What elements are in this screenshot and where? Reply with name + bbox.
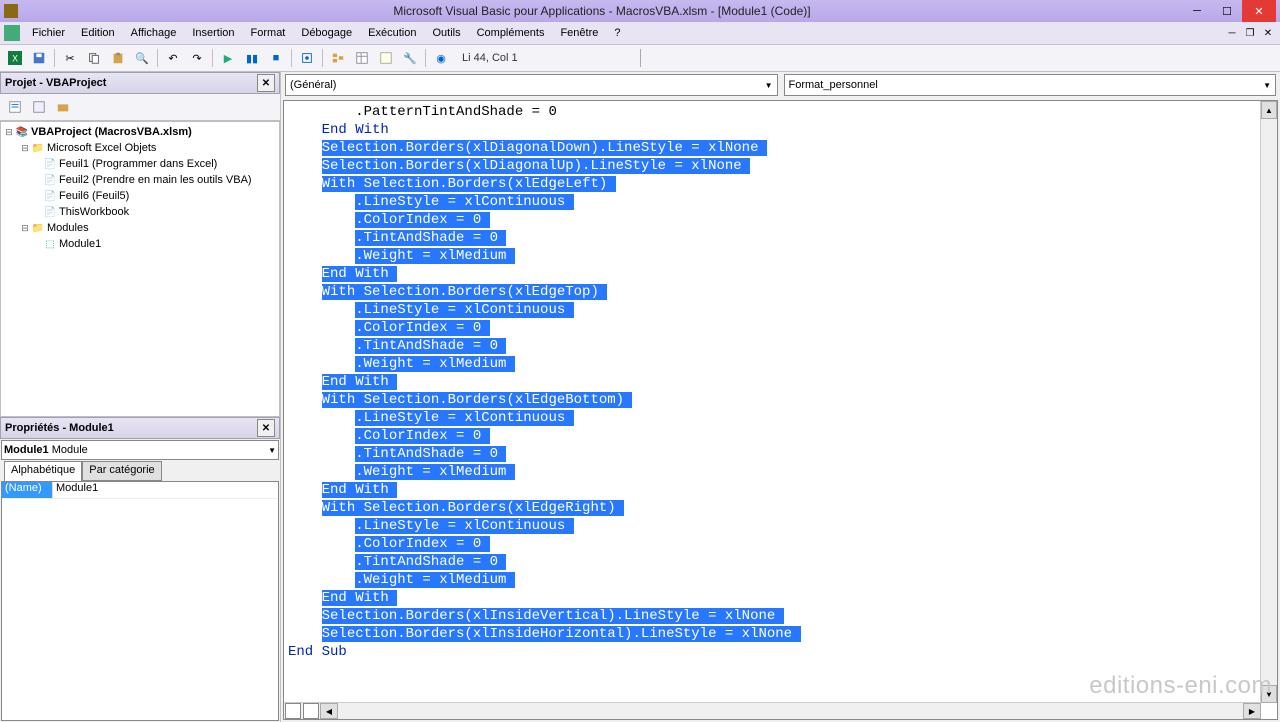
window-title: Microsoft Visual Basic pour Applications… xyxy=(22,4,1182,18)
object-combo[interactable]: (Général)▼ xyxy=(285,74,778,96)
properties-grid[interactable]: (Name) Module1 xyxy=(1,481,279,721)
properties-object-combo[interactable]: Module1 Module▼ xyxy=(1,440,279,460)
tree-module1[interactable]: ⬚Module1 xyxy=(3,236,277,252)
tab-par-categorie[interactable]: Par catégorie xyxy=(82,461,161,481)
paste-icon[interactable] xyxy=(107,47,129,69)
tree-sheet-1[interactable]: 📄Feuil1 (Programmer dans Excel) xyxy=(3,156,277,172)
procedure-view-icon[interactable] xyxy=(285,703,301,719)
full-module-view-icon[interactable] xyxy=(303,703,319,719)
menu-format[interactable]: Format xyxy=(243,25,294,41)
tab-alphabetique[interactable]: Alphabétique xyxy=(4,461,82,481)
redo-icon[interactable]: ↷ xyxy=(186,47,208,69)
cursor-position: Li 44, Col 1 xyxy=(462,52,518,64)
project-explorer-icon[interactable] xyxy=(327,47,349,69)
tree-sheet-3[interactable]: 📄Feuil6 (Feuil5) xyxy=(3,188,277,204)
procedure-combo[interactable]: Format_personnel▼ xyxy=(784,74,1277,96)
menu-debogage[interactable]: Débogage xyxy=(293,25,360,41)
menu-help[interactable]: ? xyxy=(606,25,628,41)
toolbar: X ✂ 🔍 ↶ ↷ ▶ ▮▮ ■ 🔧 ◉ Li 44, Col 1 xyxy=(0,45,1280,72)
mdi-minimize-button[interactable]: ─ xyxy=(1224,26,1240,40)
menu-outils[interactable]: Outils xyxy=(424,25,468,41)
project-panel-toolbar xyxy=(0,94,280,121)
properties-icon[interactable] xyxy=(351,47,373,69)
menu-bar: Fichier Edition Affichage Insertion Form… xyxy=(0,22,1280,45)
project-panel-close-button[interactable]: ✕ xyxy=(257,74,275,92)
copy-icon[interactable] xyxy=(83,47,105,69)
tree-root[interactable]: ⊟📚VBAProject (MacrosVBA.xlsm) xyxy=(3,124,277,140)
cut-icon[interactable]: ✂ xyxy=(59,47,81,69)
horizontal-scrollbar[interactable]: ◀ ▶ xyxy=(284,702,1261,719)
tree-sheet-2[interactable]: 📄Feuil2 (Prendre en main les outils VBA) xyxy=(3,172,277,188)
undo-icon[interactable]: ↶ xyxy=(162,47,184,69)
toolbox-icon[interactable]: 🔧 xyxy=(399,47,421,69)
find-icon[interactable]: 🔍 xyxy=(131,47,153,69)
menu-fenetre[interactable]: Fenêtre xyxy=(552,25,606,41)
minimize-button[interactable]: ─ xyxy=(1182,0,1212,22)
menu-fichier[interactable]: Fichier xyxy=(24,25,73,41)
tree-folder-objects[interactable]: ⊟📁Microsoft Excel Objets xyxy=(3,140,277,156)
tree-folder-modules[interactable]: ⊟📁Modules xyxy=(3,220,277,236)
tree-thisworkbook[interactable]: 📄ThisWorkbook xyxy=(3,204,277,220)
break-icon[interactable]: ▮▮ xyxy=(241,47,263,69)
properties-tabs: Alphabétique Par catégorie xyxy=(0,461,280,481)
menu-insertion[interactable]: Insertion xyxy=(184,25,242,41)
maximize-button[interactable]: ☐ xyxy=(1212,0,1242,22)
vertical-scrollbar[interactable]: ▲ ▼ xyxy=(1260,101,1277,703)
menu-edition[interactable]: Edition xyxy=(73,25,123,41)
mdi-restore-button[interactable]: ❐ xyxy=(1242,26,1258,40)
vba-icon xyxy=(4,25,20,41)
close-button[interactable]: ✕ xyxy=(1242,0,1276,22)
app-icon xyxy=(4,4,18,18)
scroll-down-icon[interactable]: ▼ xyxy=(1261,685,1277,703)
menu-affichage[interactable]: Affichage xyxy=(123,25,185,41)
scroll-right-icon[interactable]: ▶ xyxy=(1243,703,1261,719)
view-code-icon[interactable] xyxy=(4,96,26,118)
reset-icon[interactable]: ■ xyxy=(265,47,287,69)
help-icon[interactable]: ◉ xyxy=(430,47,452,69)
run-icon[interactable]: ▶ xyxy=(217,47,239,69)
view-object-icon[interactable] xyxy=(28,96,50,118)
menu-execution[interactable]: Exécution xyxy=(360,25,424,41)
project-tree[interactable]: ⊟📚VBAProject (MacrosVBA.xlsm) ⊟📁Microsof… xyxy=(0,121,280,417)
project-panel-header: Projet - VBAProject ✕ xyxy=(0,72,280,94)
design-mode-icon[interactable] xyxy=(296,47,318,69)
object-browser-icon[interactable] xyxy=(375,47,397,69)
scroll-left-icon[interactable]: ◀ xyxy=(320,703,338,719)
project-panel-title: Projet - VBAProject xyxy=(5,77,106,89)
properties-panel-header: Propriétés - Module1 ✕ xyxy=(0,417,280,439)
properties-panel-close-button[interactable]: ✕ xyxy=(257,419,275,437)
toggle-folders-icon[interactable] xyxy=(52,96,74,118)
prop-row-name[interactable]: (Name) Module1 xyxy=(2,482,278,499)
mdi-close-button[interactable]: ✕ xyxy=(1260,26,1276,40)
save-icon[interactable] xyxy=(28,47,50,69)
title-bar: Microsoft Visual Basic pour Applications… xyxy=(0,0,1280,22)
excel-icon[interactable]: X xyxy=(4,47,26,69)
menu-complements[interactable]: Compléments xyxy=(469,25,553,41)
properties-panel-title: Propriétés - Module1 xyxy=(5,422,114,434)
code-editor[interactable]: .PatternTintAndShade = 0 End With Select… xyxy=(283,100,1278,720)
svg-text:X: X xyxy=(12,54,18,64)
